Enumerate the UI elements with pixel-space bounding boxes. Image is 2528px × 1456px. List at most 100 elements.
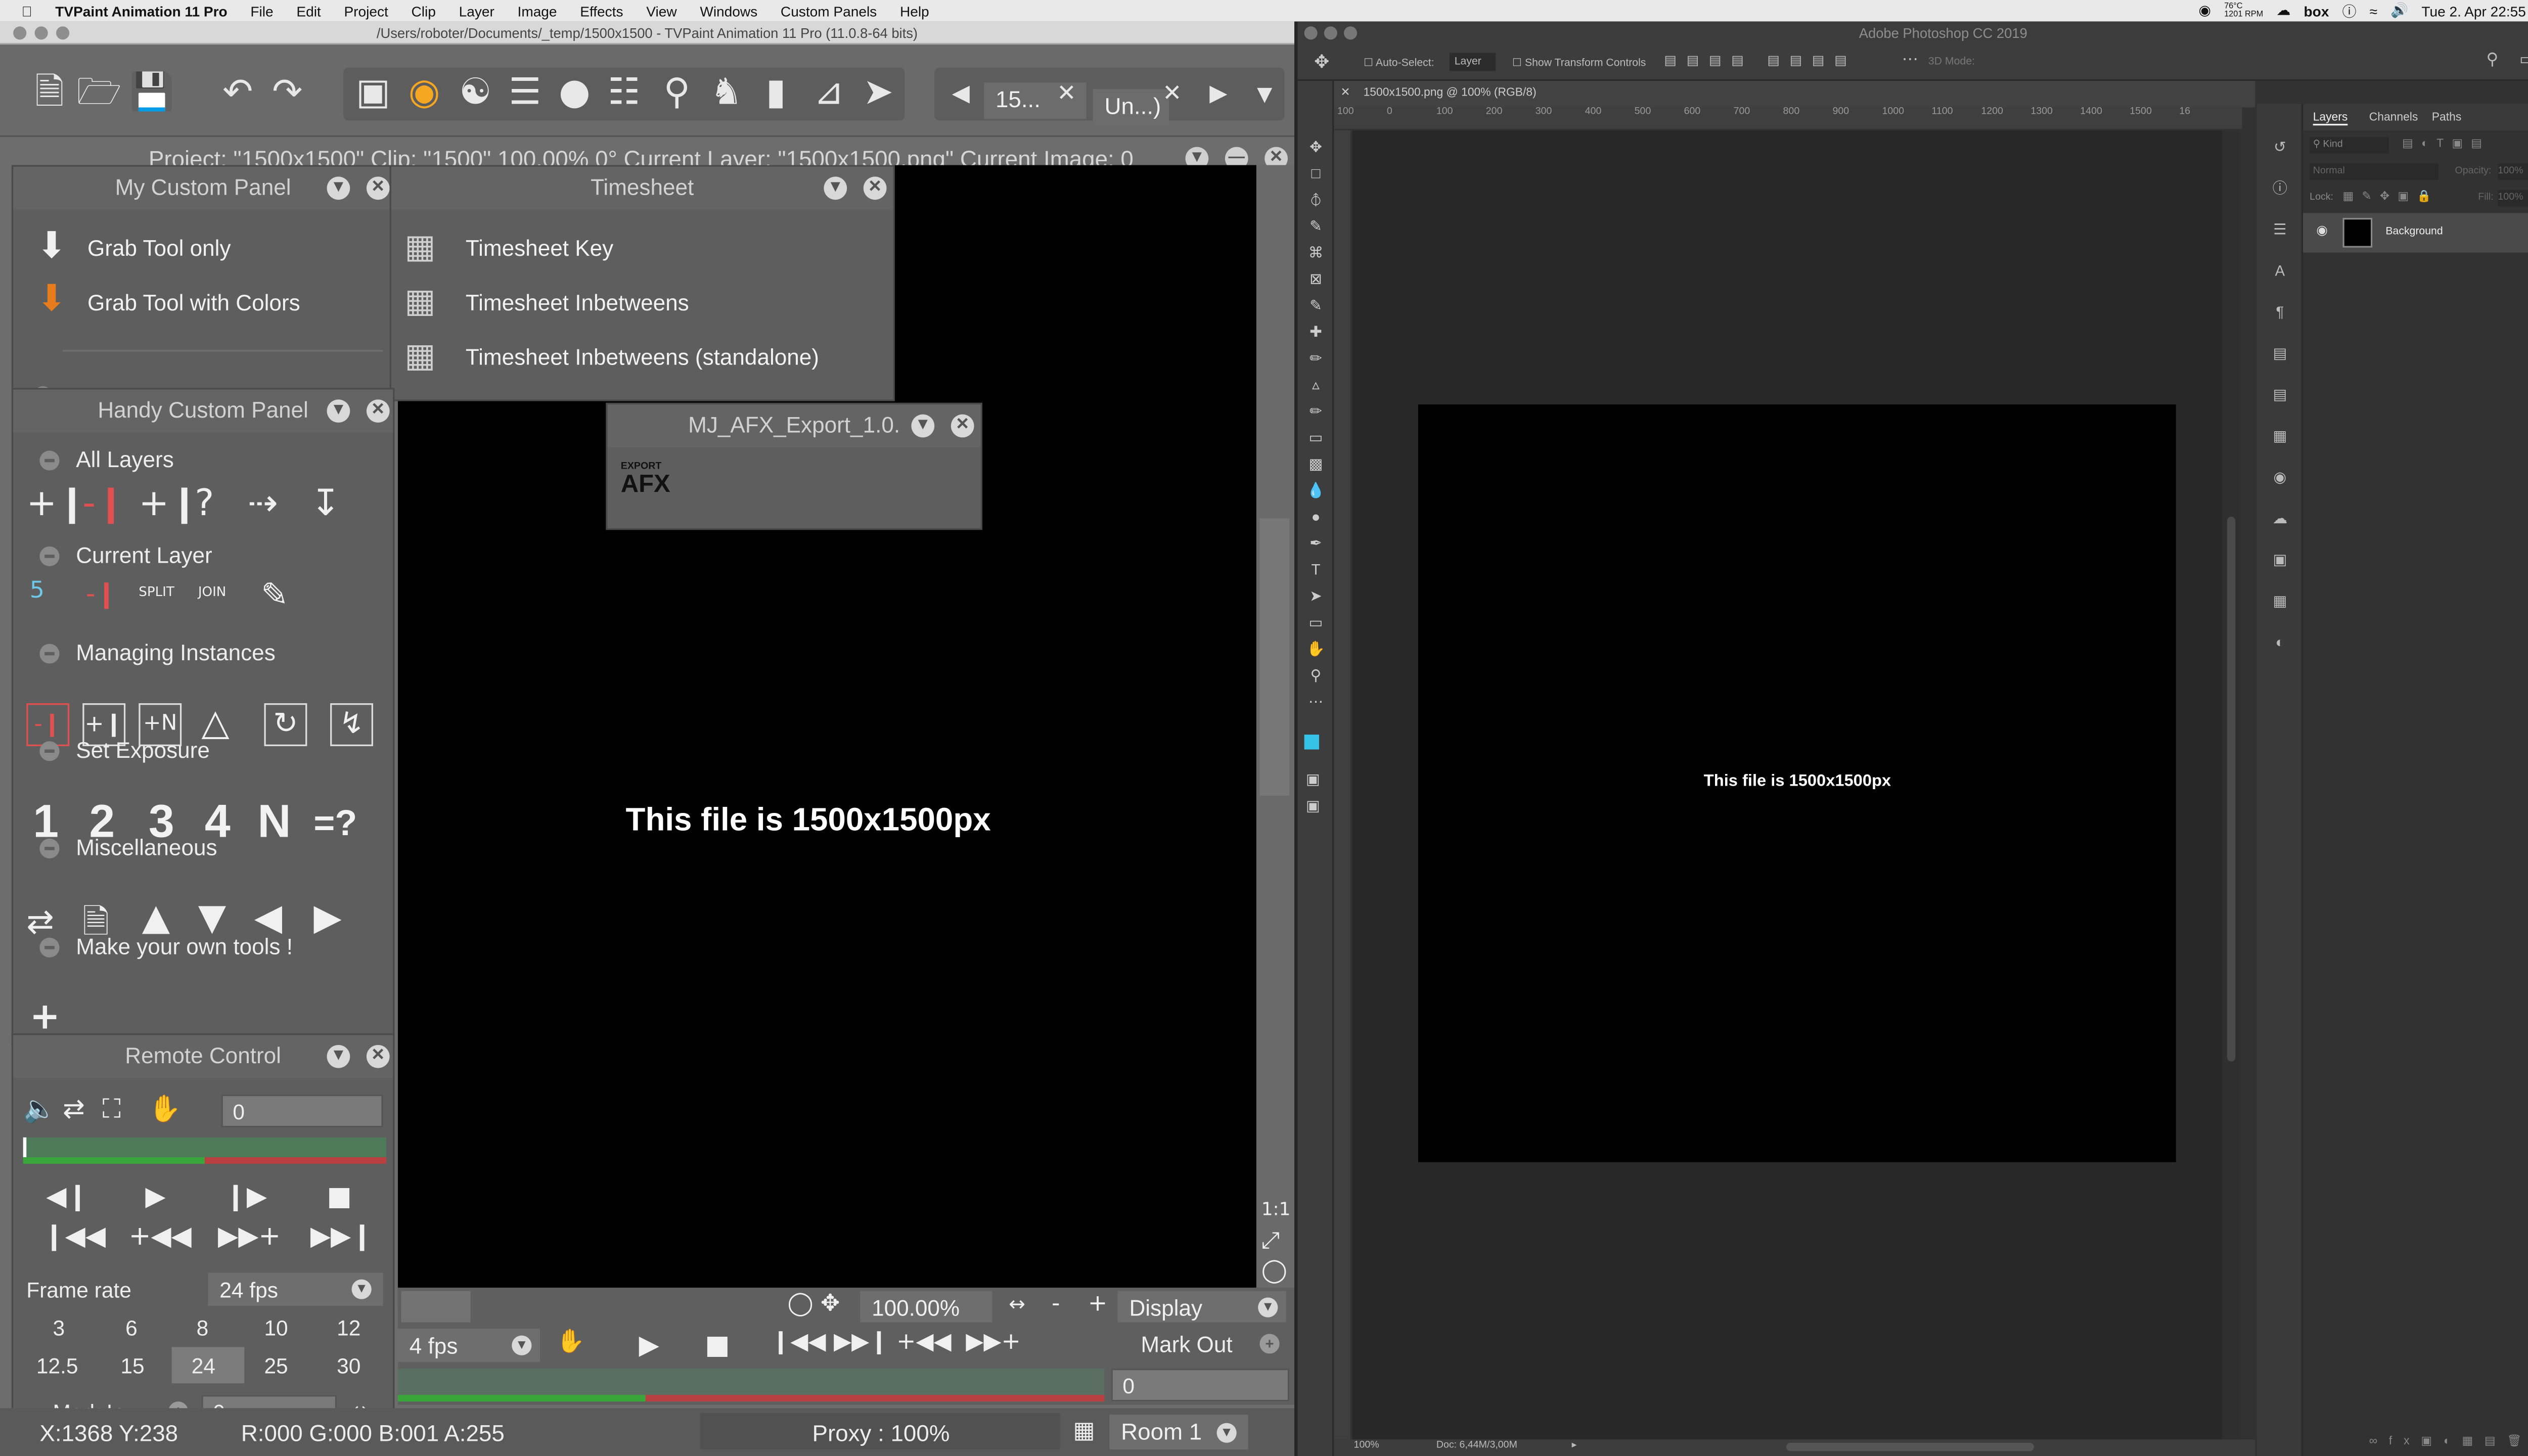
query-all-icon[interactable]: ? [195, 484, 214, 525]
quick-select-tool-icon[interactable]: ✎ [1306, 213, 1326, 239]
healing-tool-icon[interactable]: ✚ [1306, 318, 1326, 345]
rate-3-button[interactable]: 3 [53, 1315, 65, 1340]
playback-fps-select[interactable]: 4 fps ▼ [397, 1329, 540, 1362]
rate-12-button[interactable]: 12 [337, 1315, 360, 1340]
blend-mode-select[interactable]: Normal [2310, 163, 2439, 180]
refresh-instance-icon[interactable]: ↻ [264, 703, 307, 746]
dropdown-icon[interactable]: ▼ [1242, 71, 1288, 117]
opacity-field[interactable]: 100% [2498, 163, 2528, 180]
more-tools-icon[interactable]: ⋯ [1306, 689, 1326, 715]
timesheet-key-button[interactable]: Timesheet Key [466, 236, 613, 261]
apple-icon[interactable]:  [21, 3, 32, 19]
split-icon[interactable]: SPLIT [139, 584, 174, 599]
eyedropper-tool-icon[interactable]: ✎ [1306, 292, 1326, 318]
insert-image-all-icon[interactable]: +❙ [26, 484, 87, 525]
remote-header[interactable]: Remote Control ▼ ✕ [13, 1035, 393, 1078]
paragraph-panel-icon[interactable]: ¶ [2270, 292, 2290, 334]
menu-effects[interactable]: Effects [580, 3, 623, 19]
ps-search-icon[interactable]: ⚲ [2487, 51, 2499, 69]
new-document-icon[interactable]: 🗎 [26, 71, 72, 117]
rate-30-button[interactable]: 30 [337, 1354, 360, 1379]
box-status[interactable]: box [2304, 3, 2329, 19]
remove-image-all-icon[interactable]: -❙ [82, 484, 126, 525]
rate-15-button[interactable]: 15 [120, 1354, 144, 1379]
redo-icon[interactable]: ↷ [264, 71, 310, 117]
tab-paths[interactable]: Paths [2432, 112, 2461, 124]
layer-filter-icons[interactable]: ▤◐T▣▤ [2402, 137, 2490, 150]
path-select-icon[interactable]: ➤ [1306, 583, 1326, 609]
frame-rate-dropdown-icon[interactable]: ▼ [351, 1279, 372, 1299]
doc-tab-close-icon[interactable]: ✕ [1340, 87, 1350, 99]
clock-text[interactable]: Tue 2. Apr 22:55 [2421, 3, 2525, 19]
menu-custom-panels[interactable]: Custom Panels [781, 3, 877, 19]
timeline-playhead[interactable] [23, 1137, 27, 1157]
grab-tool-with-colors-button[interactable]: Grab Tool with Colors [87, 291, 300, 315]
zoom-out-button[interactable]: - [1052, 1291, 1060, 1317]
next-instance-icon[interactable]: ▶ [1195, 71, 1241, 117]
open-folder-icon[interactable]: 🗁 [76, 71, 122, 117]
library-panel-icon[interactable]: ▤ [2270, 334, 2290, 375]
toolbox-icon[interactable]: ▣ [350, 71, 396, 117]
arrow-left-icon[interactable]: ◀ [254, 898, 282, 939]
export-afx-button[interactable]: EXPORT AFX [621, 462, 673, 505]
ps-document-tab[interactable]: ✕ 1500x1500.png @ 100% (RGB/8) [1334, 81, 2255, 108]
swatches-panel-icon[interactable]: ▦ [2270, 416, 2290, 458]
my-custom-panel-header[interactable]: My Custom Panel ▼ ✕ [13, 166, 393, 210]
mark-out-set-button[interactable]: + [1259, 1334, 1280, 1354]
timesheet-header[interactable]: Timesheet ▼ ✕ [391, 166, 893, 210]
timesheet-standalone-button[interactable]: Timesheet Inbetweens (standalone) [466, 345, 819, 370]
bottom-last-icon[interactable]: ▶▶❙ [834, 1329, 889, 1355]
character-panel-icon[interactable]: A [2270, 251, 2290, 292]
frame-rate-select[interactable]: 24 fps ▼ [208, 1272, 383, 1306]
auto-select-checkbox[interactable]: ☐ Auto-Select: [1364, 56, 1434, 69]
scrollbar-thumb[interactable] [1259, 518, 1290, 796]
ratio-1-1-icon[interactable]: 1:1 [1261, 1199, 1291, 1220]
scrub-hand-icon[interactable]: ✋ [556, 1329, 585, 1355]
layer-kind-filter[interactable]: ⚲ Kind [2310, 137, 2389, 154]
ps-zoom-readout[interactable]: 100% [1354, 1441, 1379, 1451]
zoom-tool-icon[interactable]: ⚲ [1306, 662, 1326, 688]
room-select[interactable]: Room 1 ▼ [1109, 1415, 1248, 1449]
wifi-icon[interactable]: ≈ [2370, 3, 2377, 19]
random-instance-icon[interactable]: ↯ [330, 703, 373, 746]
history-panel-icon[interactable]: ↺ [2270, 127, 2290, 168]
dodge-tool-icon[interactable]: ● [1306, 504, 1326, 530]
reset-view-icon[interactable]: ◯ [1261, 1258, 1287, 1284]
marquee-tool-icon[interactable]: □ [1306, 160, 1326, 187]
rotate-view-icon[interactable]: ◯ [788, 1291, 814, 1317]
shapes-panel-icon[interactable]: ☁ [2270, 498, 2290, 540]
section-all-layers[interactable]: All Layers [39, 447, 174, 472]
prev-instance-icon[interactable]: ◀ [938, 71, 984, 117]
window-minimize-button[interactable] [34, 26, 48, 40]
fill-field[interactable]: 100% [2498, 190, 2528, 207]
menu-windows[interactable]: Windows [700, 3, 757, 19]
handy-collapse-button[interactable]: ▼ [327, 399, 350, 423]
play-icon[interactable]: ▶ [145, 1180, 165, 1212]
mj-collapse-button[interactable]: ▼ [911, 414, 935, 438]
bottom-prev-key-icon[interactable]: +◀◀ [896, 1329, 952, 1355]
handy-panel-header[interactable]: Handy Custom Panel ▼ ✕ [13, 389, 393, 433]
zoom-icon[interactable]: ⚲ [654, 71, 700, 117]
clear-field-1-icon[interactable]: ✕ [1044, 71, 1090, 117]
menu-edit[interactable]: Edit [296, 3, 321, 19]
type-tool-icon[interactable]: T [1306, 556, 1326, 582]
grab-tool-icon[interactable]: ⬇ [36, 226, 67, 267]
library-icon[interactable]: ▮ [753, 71, 799, 117]
first-frame-icon[interactable]: ❙◀◀ [43, 1220, 106, 1251]
history-brush-icon[interactable]: ✏ [1306, 398, 1326, 424]
grab-tool-only-button[interactable]: Grab Tool only [87, 236, 231, 261]
remove-current-icon[interactable]: -❙ [86, 578, 118, 609]
menu-layer[interactable]: Layer [459, 3, 494, 19]
section-collapse-icon[interactable] [39, 838, 60, 858]
section-miscellaneous[interactable]: Miscellaneous [39, 835, 217, 860]
section-collapse-icon[interactable] [39, 937, 60, 957]
remote-collapse-button[interactable]: ▼ [327, 1044, 350, 1068]
remote-icon[interactable]: ☷ [601, 71, 647, 117]
display-select[interactable]: Display ▼ [1117, 1291, 1286, 1323]
fullscreen-icon[interactable]: ⛶ [102, 1093, 121, 1126]
arrow-up-icon[interactable]: ▲ [142, 898, 170, 939]
bottom-frame-field[interactable]: 0 [1111, 1368, 1290, 1402]
step-forward-icon[interactable]: ❙▶ [224, 1180, 267, 1212]
arrow-down-icon[interactable]: ▼ [198, 898, 226, 939]
layer-row-background[interactable]: ◉ Background 🔒 [2303, 213, 2528, 253]
